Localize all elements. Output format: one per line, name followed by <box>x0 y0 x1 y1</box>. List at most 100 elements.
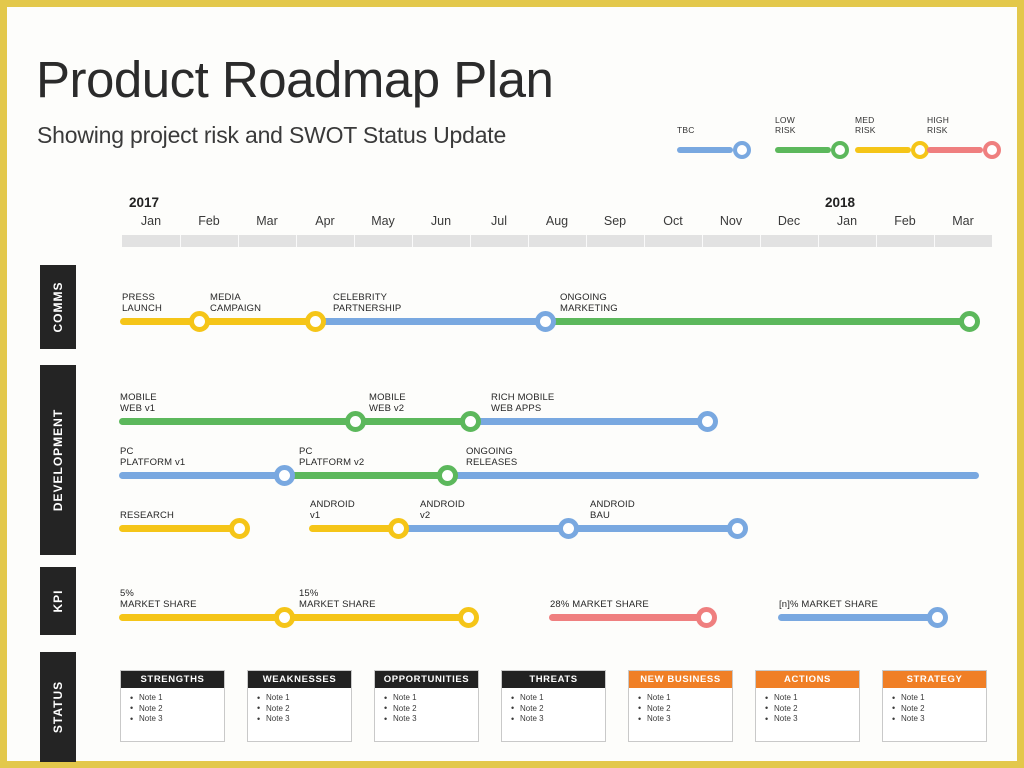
status-cards: STRENGTHSNote 1Note 2Note 3WEAKNESSESNot… <box>120 670 992 745</box>
status-card-notes: Note 1Note 2Note 3 <box>756 688 859 725</box>
status-card-note[interactable]: Note 2 <box>892 703 986 715</box>
milestone-icon[interactable] <box>228 518 250 539</box>
milestone-icon[interactable] <box>273 465 295 486</box>
status-card-title: OPPORTUNITIES <box>375 671 478 688</box>
status-card-note[interactable]: Note 3 <box>638 714 732 725</box>
track-segment[interactable] <box>568 525 737 532</box>
page-title: Product Roadmap Plan <box>36 51 554 108</box>
status-card-note[interactable]: Note 2 <box>511 703 605 715</box>
milestone-label: 28% MARKET SHARE <box>550 599 649 610</box>
timeline-band-divider <box>296 235 297 247</box>
status-card[interactable]: THREATSNote 1Note 2Note 3 <box>501 670 606 742</box>
milestone-icon[interactable] <box>273 607 295 628</box>
milestone-label: MEDIA CAMPAIGN <box>210 292 262 314</box>
timeline-band-divider <box>702 235 703 247</box>
legend-item: MED RISK <box>855 115 933 161</box>
legend-bar <box>927 147 983 153</box>
milestone-icon[interactable] <box>534 311 556 332</box>
legend-bar <box>677 147 733 153</box>
milestone-icon[interactable] <box>926 607 948 628</box>
milestone-icon[interactable] <box>459 411 481 432</box>
status-card-note[interactable]: Note 1 <box>638 693 732 704</box>
status-card-note[interactable]: Note 3 <box>130 714 224 725</box>
status-card[interactable]: WEAKNESSESNote 1Note 2Note 3 <box>247 670 352 742</box>
track-segment[interactable] <box>284 472 447 479</box>
status-card[interactable]: STRATEGYNote 1Note 2Note 3 <box>882 670 987 742</box>
milestone-icon[interactable] <box>695 607 717 628</box>
status-card-note[interactable]: Note 2 <box>384 703 478 715</box>
status-card-note[interactable]: Note 1 <box>511 693 605 704</box>
status-card-note[interactable]: Note 1 <box>765 693 859 704</box>
status-card-note[interactable]: Note 2 <box>638 703 732 715</box>
milestone-icon[interactable] <box>188 311 210 332</box>
row-side-label-kpi: KPI <box>40 567 76 635</box>
track-segment[interactable] <box>355 418 470 425</box>
track-segment[interactable] <box>119 472 284 479</box>
track-segment[interactable] <box>120 318 199 325</box>
milestone-icon[interactable] <box>457 607 479 628</box>
timeline-band-divider <box>644 235 645 247</box>
track-segment[interactable] <box>778 614 937 621</box>
status-card-title: WEAKNESSES <box>248 671 351 688</box>
milestone-icon[interactable] <box>726 518 748 539</box>
status-card-notes: Note 1Note 2Note 3 <box>248 688 351 725</box>
milestone-icon[interactable] <box>436 465 458 486</box>
milestone-icon[interactable] <box>304 311 326 332</box>
milestone-label: ANDROID v2 <box>420 499 465 521</box>
track-segment[interactable] <box>119 614 284 621</box>
status-card-note[interactable]: Note 3 <box>511 714 605 725</box>
row-side-label-text: DEVELOPMENT <box>51 408 65 512</box>
milestone-icon[interactable] <box>557 518 579 539</box>
track-segment[interactable] <box>284 614 468 621</box>
status-card-note[interactable]: Note 3 <box>257 714 351 725</box>
track-segment[interactable] <box>398 525 568 532</box>
legend-item-label: LOW RISK <box>775 115 796 135</box>
track-segment[interactable] <box>447 472 979 479</box>
timeline-band-divider <box>238 235 239 247</box>
status-card-note[interactable]: Note 1 <box>384 693 478 704</box>
track-segment[interactable] <box>315 318 545 325</box>
status-card-title: NEW BUSINESS <box>629 671 732 688</box>
status-card-note[interactable]: Note 3 <box>384 714 478 725</box>
status-card-note[interactable]: Note 1 <box>130 693 224 704</box>
status-card[interactable]: NEW BUSINESS Note 1Note 2Note 3 <box>628 670 733 742</box>
status-card[interactable]: STRENGTHSNote 1Note 2Note 3 <box>120 670 225 742</box>
track-segment[interactable] <box>309 525 398 532</box>
milestone-label: MOBILE WEB v1 <box>120 392 157 414</box>
timeline-band-divider <box>180 235 181 247</box>
timeline-year-label: 2018 <box>825 195 856 210</box>
track-segment[interactable] <box>119 418 355 425</box>
timeline-month-label: Nov <box>719 214 743 228</box>
milestone-label: ANDROID BAU <box>590 499 635 521</box>
status-card-note[interactable]: Note 2 <box>257 703 351 715</box>
milestone-label: CELEBRITY PARTNERSHIP <box>333 292 402 314</box>
legend-item-label: HIGH RISK <box>927 115 950 135</box>
milestone-label: PC PLATFORM v1 <box>120 446 186 468</box>
milestone-icon[interactable] <box>344 411 366 432</box>
status-card-note[interactable]: Note 3 <box>892 714 986 725</box>
status-card-note[interactable]: Note 1 <box>892 693 986 704</box>
track-segment[interactable] <box>470 418 707 425</box>
milestone-icon[interactable] <box>696 411 718 432</box>
milestone-icon[interactable] <box>958 311 980 332</box>
track-segment[interactable] <box>199 318 315 325</box>
status-card[interactable]: OPPORTUNITIES Note 1Note 2Note 3 <box>374 670 479 742</box>
milestone-label: 15% MARKET SHARE <box>299 588 376 610</box>
milestone-label: 5% MARKET SHARE <box>120 588 197 610</box>
milestone-icon[interactable] <box>387 518 409 539</box>
status-card-note[interactable]: Note 3 <box>765 714 859 725</box>
track-segment[interactable] <box>119 525 239 532</box>
status-card[interactable]: ACTIONSNote 1Note 2Note 3 <box>755 670 860 742</box>
status-card-note[interactable]: Note 2 <box>130 703 224 715</box>
page-subtitle: Showing project risk and SWOT Status Upd… <box>37 122 507 148</box>
legend-item-label: TBC <box>677 124 695 135</box>
timeline-band-divider <box>876 235 877 247</box>
row-side-label-text: COMMS <box>51 281 65 333</box>
track-segment[interactable] <box>545 318 969 325</box>
milestone-label: RICH MOBILE WEB APPS <box>491 392 555 414</box>
timeline-band-divider <box>354 235 355 247</box>
status-card-note[interactable]: Note 1 <box>257 693 351 704</box>
status-card-note[interactable]: Note 2 <box>765 703 859 715</box>
track-segment[interactable] <box>549 614 706 621</box>
timeline-band-divider <box>470 235 471 247</box>
